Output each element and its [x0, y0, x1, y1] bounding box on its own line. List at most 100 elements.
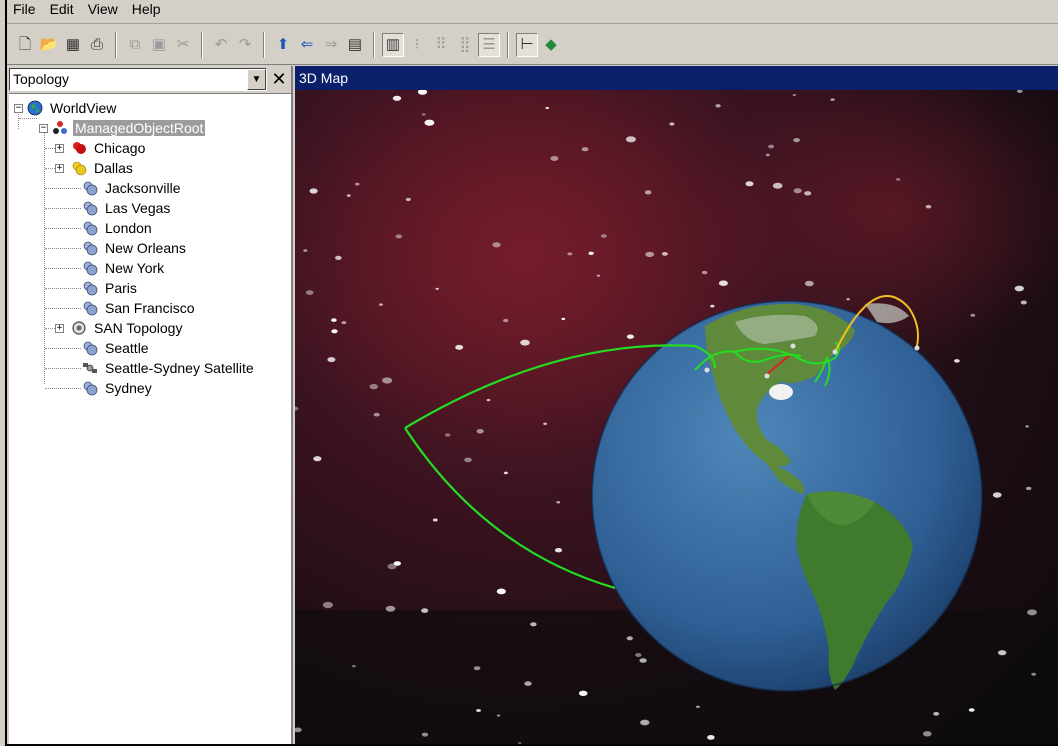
star: [503, 471, 508, 475]
cut-icon: ✂: [176, 36, 190, 53]
star: [395, 234, 402, 239]
close-pane-button[interactable]: ✕: [269, 69, 289, 89]
star: [373, 412, 380, 417]
view-selector[interactable]: Topology ▼: [9, 68, 267, 91]
tree-node-san-francisco[interactable]: San Francisco: [81, 298, 196, 318]
expand-icon[interactable]: +: [55, 323, 64, 333]
menu-help[interactable]: Help: [132, 0, 161, 18]
paste-button[interactable]: ▣: [148, 33, 170, 57]
menu-view[interactable]: View: [88, 0, 118, 18]
earth-globe[interactable]: [591, 300, 983, 692]
site-icon: [81, 179, 99, 197]
details-icon: ▤: [347, 36, 363, 53]
cut-button[interactable]: ✂: [172, 33, 194, 57]
redo-button[interactable]: ↷: [234, 33, 256, 57]
star: [335, 255, 342, 260]
tree-view-button[interactable]: ⊢: [516, 32, 538, 57]
small-icons-view-icon: ⁝: [414, 36, 420, 53]
tree-node-paris[interactable]: Paris: [81, 278, 139, 298]
tree-node-label: Sydney: [105, 380, 152, 396]
list-view-button[interactable]: ⠿: [430, 33, 452, 57]
star: [715, 104, 721, 108]
expand-icon[interactable]: +: [55, 143, 64, 153]
star: [645, 251, 655, 258]
toolbar-separator: [507, 31, 509, 58]
star: [635, 653, 642, 657]
new-button[interactable]: 🗋: [14, 33, 36, 57]
star: [588, 251, 594, 255]
star: [309, 188, 318, 194]
network-icon: ▦: [65, 36, 81, 53]
menu-edit[interactable]: Edit: [50, 0, 74, 18]
managed-root-icon: [51, 119, 69, 137]
star: [792, 94, 796, 96]
map-node-chicago[interactable]: [790, 343, 796, 349]
map-node-london[interactable]: [914, 345, 920, 351]
back-icon: ⇐: [300, 36, 314, 53]
chevron-down-icon: ▼: [251, 74, 262, 85]
dropdown-button[interactable]: ▼: [247, 69, 266, 90]
copy-button[interactable]: ⧉: [124, 33, 146, 57]
tree-view-icon: ⊢: [520, 36, 534, 53]
list-view-icon: ⠿: [435, 36, 447, 53]
star: [473, 666, 481, 671]
close-icon: ✕: [271, 69, 287, 89]
star: [421, 732, 429, 737]
expand-icon[interactable]: +: [55, 163, 64, 173]
forward-button[interactable]: ⇒: [320, 33, 342, 57]
star: [554, 548, 563, 553]
tree-guide: [45, 268, 81, 269]
star: [545, 106, 549, 110]
network-button[interactable]: ▦: [62, 33, 84, 57]
tree-node-london[interactable]: London: [81, 218, 154, 238]
small-icons-view-button[interactable]: ⁝: [406, 33, 428, 57]
tree-node-san-topology[interactable]: + SAN Topology: [55, 318, 184, 338]
map-node-san-francisco[interactable]: [704, 367, 710, 373]
tree-node-worldview[interactable]: − WorldView: [14, 98, 118, 118]
back-button[interactable]: ⇐: [296, 33, 318, 57]
tree-node-chicago[interactable]: + Chicago: [55, 138, 147, 158]
tree-node-dallas[interactable]: + Dallas: [55, 158, 135, 178]
map-node-dallas[interactable]: [764, 373, 770, 379]
tree-node-label: New Orleans: [105, 240, 186, 256]
up-button[interactable]: ⬆: [272, 33, 294, 57]
tree-node-label: ManagedObjectRoot: [73, 120, 206, 136]
3d-map-viewport[interactable]: [295, 90, 1058, 744]
star: [313, 456, 322, 462]
star: [626, 334, 634, 339]
tree-node-managed-object-root[interactable]: − ManagedObjectRoot: [39, 118, 206, 138]
tree-guide: [45, 288, 81, 289]
star: [640, 719, 650, 726]
details-button[interactable]: ▤: [344, 33, 366, 57]
menu-file[interactable]: File: [13, 0, 36, 18]
report-view-button[interactable]: ☰: [478, 32, 500, 57]
map-node-new-york[interactable]: [832, 349, 838, 355]
collapse-icon[interactable]: −: [14, 103, 23, 113]
star: [305, 290, 314, 295]
star: [669, 122, 675, 126]
link-satellite-return[interactable]: [404, 427, 616, 590]
tree-node-seattle[interactable]: Seattle: [81, 338, 151, 358]
large-icons-view-button[interactable]: ▥: [382, 32, 404, 57]
tree-node-new-orleans[interactable]: New Orleans: [81, 238, 188, 258]
tree-node-sydney[interactable]: Sydney: [81, 378, 154, 398]
tree-node-new-york[interactable]: New York: [81, 258, 166, 278]
star: [830, 98, 835, 101]
view-selector-value: Topology: [13, 71, 70, 87]
star: [486, 398, 491, 402]
globe-scene[interactable]: [295, 90, 1058, 744]
globe-icon: [26, 99, 44, 117]
open-button[interactable]: 📂: [38, 33, 60, 57]
tree-node-seattle-sydney-satellite[interactable]: Seattle-Sydney Satellite: [81, 358, 256, 378]
print-button[interactable]: ⎙: [86, 33, 108, 57]
satellite-icon: [81, 359, 99, 377]
cloud: [769, 384, 793, 400]
menu-bar: File Edit View Help: [7, 0, 1058, 24]
star: [626, 636, 633, 641]
collapse-icon[interactable]: −: [39, 123, 48, 133]
tree-node-jacksonville[interactable]: Jacksonville: [81, 178, 182, 198]
tree-node-las-vegas[interactable]: Las Vegas: [81, 198, 172, 218]
detail-list-view-button[interactable]: ⣿: [454, 33, 476, 57]
undo-button[interactable]: ↶: [210, 33, 232, 57]
book-button[interactable]: ◆: [540, 33, 562, 57]
